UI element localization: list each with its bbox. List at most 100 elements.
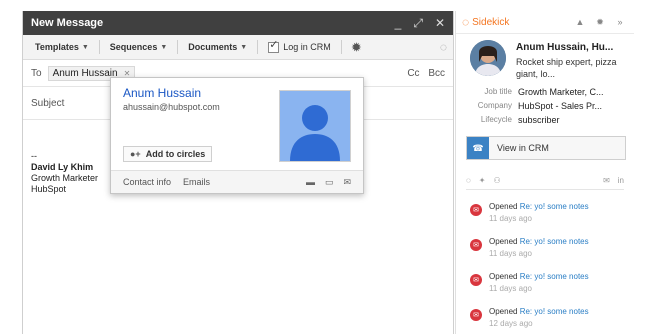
signature-company: HubSpot — [31, 184, 67, 194]
bcc-link[interactable]: Bcc — [428, 68, 445, 79]
profile-name: Anum Hussain, Hu... — [516, 42, 614, 53]
activity-text: Opened Re: yo! some notes — [489, 202, 589, 211]
activity-text: Opened Re: yo! some notes — [489, 272, 589, 281]
settings-button[interactable]: ✹ — [346, 41, 367, 54]
log-in-crm-toggle[interactable]: Log in CRM — [262, 38, 337, 53]
detail-label: Job title — [484, 87, 512, 96]
avatar-photo — [470, 40, 506, 76]
toolbar-divider — [98, 40, 100, 54]
chevron-down-icon: ▼ — [160, 43, 168, 51]
activity-link[interactable]: Re: yo! some notes — [520, 272, 589, 281]
card-contact-name[interactable]: Anum Hussain — [123, 86, 201, 100]
activity-tabs: ◌ ✦ ⚇ ✉ in — [466, 171, 624, 190]
activity-time: 11 days ago — [489, 249, 532, 258]
message-icon[interactable]: ▭ — [325, 177, 334, 188]
contact-hovercard: Anum Hussain ahussain@hubspot.com ●+ Add… — [110, 77, 364, 194]
tab-twitter-icon[interactable]: ✦ — [479, 176, 486, 185]
templates-label: Templates — [35, 42, 79, 52]
activity-verb: Opened — [489, 237, 518, 246]
signature-title: Growth Marketer — [31, 173, 99, 183]
sequences-dropdown[interactable]: Sequences ▼ — [104, 42, 173, 52]
sidekick-logo-icon[interactable]: ◌ — [440, 40, 447, 54]
card-contact-email: ahussain@hubspot.com — [123, 102, 220, 112]
gear-icon[interactable]: ✹ — [592, 17, 608, 28]
tab-linkedin-icon[interactable]: in — [618, 176, 624, 185]
video-call-icon[interactable]: ▬ — [306, 177, 315, 188]
compose-titlebar: New Message _ ⤢ ✕ — [23, 11, 453, 35]
templates-dropdown[interactable]: Templates ▼ — [29, 42, 95, 52]
email-icon[interactable]: ✉ — [343, 177, 351, 188]
documents-label: Documents — [188, 42, 238, 52]
detail-value: HubSpot - Sales Pr... — [518, 101, 603, 111]
email-opened-icon: ✉ — [470, 309, 482, 321]
contact-photo — [279, 90, 351, 162]
card-actions: ▬ ▭ ✉ — [306, 177, 351, 188]
subject-placeholder: Subject — [31, 97, 65, 109]
sidekick-header: ◌ Sidekick ▲ ✹ » — [456, 11, 634, 34]
detail-label: Lifecycle — [480, 115, 512, 124]
card-footer: Contact info Emails ▬ ▭ ✉ — [111, 170, 363, 193]
expand-button[interactable]: ⤢ — [413, 16, 423, 31]
activity-text: Opened Re: yo! some notes — [489, 237, 589, 246]
sidekick-title: Sidekick — [472, 16, 510, 28]
chevron-down-icon: ▼ — [240, 43, 248, 51]
activity-time: 11 days ago — [489, 214, 532, 223]
detail-company: Company HubSpot - Sales Pr... — [456, 101, 634, 111]
add-person-icon: ●+ — [130, 149, 141, 159]
profile-tagline: Rocket ship expert, pizza giant, lo... — [516, 57, 617, 79]
gear-icon: ✹ — [351, 41, 361, 54]
detail-lifecycle: Lifecycle subscriber — [456, 115, 634, 125]
sequences-label: Sequences — [109, 42, 158, 52]
to-label: To — [31, 67, 42, 79]
hubspot-toolbar: Templates▼ Sequences▼ Documents▼ Log in … — [23, 35, 453, 60]
activity-verb: Opened — [489, 307, 518, 316]
email-opened-icon: ✉ — [470, 204, 482, 216]
detail-job-title: Job title Growth Marketer, C... — [456, 87, 634, 97]
signature-dashes: -- — [31, 151, 37, 161]
compose-title: New Message — [31, 17, 104, 29]
activity-time: 12 days ago — [489, 319, 533, 328]
activity-verb: Opened — [489, 202, 518, 211]
tab-email-icon[interactable]: ✉ — [603, 176, 610, 185]
contact-info-link[interactable]: Contact info — [123, 177, 171, 187]
email-opened-icon: ✉ — [470, 274, 482, 286]
chevron-down-icon: ▼ — [81, 43, 89, 51]
recipient-name: Anum Hussain — [52, 67, 118, 79]
add-to-circles-button[interactable]: ●+ Add to circles — [123, 146, 213, 162]
detail-value: subscriber — [518, 115, 560, 125]
signature-name: David Ly Khim — [31, 162, 94, 172]
emails-link[interactable]: Emails — [183, 177, 210, 187]
add-to-circles-label: Add to circles — [145, 149, 206, 159]
phone-icon: ☎ — [467, 137, 489, 159]
cc-bcc-links: Cc Bcc — [401, 68, 445, 79]
log-in-crm-checkbox[interactable] — [268, 38, 280, 53]
toolbar-divider — [340, 40, 342, 54]
detail-value: Growth Marketer, C... — [518, 87, 604, 97]
activity-verb: Opened — [489, 272, 518, 281]
tab-people-icon[interactable]: ⚇ — [493, 176, 500, 185]
toolbar-divider — [257, 40, 259, 54]
email-opened-icon: ✉ — [470, 239, 482, 251]
close-button[interactable]: ✕ — [435, 16, 445, 30]
cc-link[interactable]: Cc — [407, 68, 419, 79]
tab-activity-icon[interactable]: ◌ — [466, 176, 471, 185]
activity-link[interactable]: Re: yo! some notes — [520, 237, 589, 246]
sidekick-panel: ◌ Sidekick ▲ ✹ » Anum Hussain, Hu... Roc… — [455, 11, 634, 334]
documents-dropdown[interactable]: Documents ▼ — [182, 42, 253, 52]
activity-link[interactable]: Re: yo! some notes — [520, 202, 589, 211]
collapse-icon[interactable]: » — [612, 17, 628, 27]
profile-icon[interactable]: ▲ — [572, 17, 588, 27]
signature: -- David Ly Khim Growth Marketer HubSpot — [31, 151, 98, 195]
avatar — [470, 40, 506, 76]
activity-link[interactable]: Re: yo! some notes — [520, 307, 589, 316]
view-in-crm-button[interactable]: ☎ View in CRM — [466, 136, 626, 160]
activity-text: Opened Re: yo! some notes — [489, 307, 589, 316]
default-avatar-icon — [280, 91, 350, 161]
activity-time: 11 days ago — [489, 284, 532, 293]
detail-label: Company — [477, 101, 512, 110]
log-in-crm-label: Log in CRM — [283, 42, 331, 52]
sidekick-logo-icon: ◌ — [462, 15, 470, 29]
view-in-crm-label: View in CRM — [497, 143, 549, 153]
toolbar-divider — [177, 40, 179, 54]
minimize-button[interactable]: _ — [395, 16, 402, 30]
